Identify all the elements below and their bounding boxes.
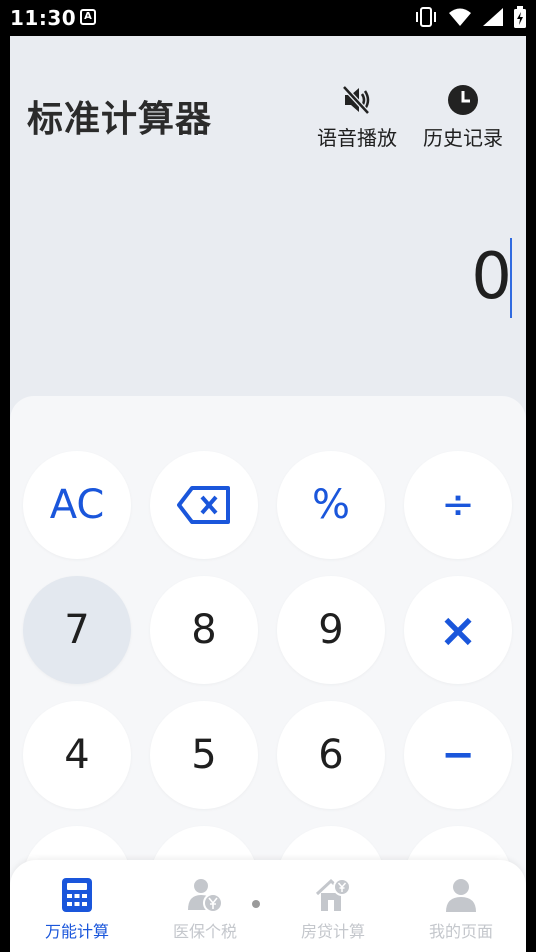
house-yuan-icon: [278, 878, 388, 912]
history-button[interactable]: 历史记录: [413, 84, 513, 151]
voice-toggle-button[interactable]: 语音播放: [307, 84, 407, 151]
history-label: 历史记录: [423, 126, 503, 150]
speaker-muted-icon: [307, 84, 407, 116]
battery-icon: [514, 6, 526, 28]
percent-button[interactable]: %: [277, 451, 385, 559]
clock-icon: [413, 84, 513, 116]
status-time: 11:30: [10, 6, 77, 30]
text-cursor: [510, 238, 512, 318]
tab-label: 我的页面: [428, 922, 493, 941]
tab-my-page[interactable]: 我的页面: [406, 878, 516, 942]
person-icon: [406, 878, 516, 912]
tab-label: 医保个税: [172, 922, 237, 941]
key-6-button[interactable]: 6: [277, 701, 385, 809]
key-9-button[interactable]: 9: [277, 576, 385, 684]
key-7-button[interactable]: 7: [23, 576, 131, 684]
result-display: 0: [471, 240, 512, 314]
multiply-button[interactable]: ×: [404, 576, 512, 684]
minus-button[interactable]: −: [404, 701, 512, 809]
backspace-icon: [177, 486, 230, 524]
key-8-button[interactable]: 8: [150, 576, 258, 684]
backspace-button[interactable]: [150, 451, 258, 559]
tab-label: 房贷计算: [300, 922, 365, 941]
key-5-button[interactable]: 5: [150, 701, 258, 809]
page-title: 标准计算器: [27, 99, 213, 140]
tab-mortgage-calc[interactable]: 房贷计算: [278, 878, 388, 942]
clear-button[interactable]: AC: [23, 451, 131, 559]
key-4-button[interactable]: 4: [23, 701, 131, 809]
tab-universal-calc[interactable]: 万能计算: [22, 878, 132, 942]
status-icons: [414, 6, 526, 28]
voice-label: 语音播放: [317, 126, 397, 150]
status-bar: 11:30 A: [0, 0, 536, 36]
bottom-tab-bar: 万能计算 医保个税 房贷计算 我的页面: [10, 860, 526, 952]
divide-button[interactable]: ÷: [404, 451, 512, 559]
signal-icon: [483, 8, 503, 26]
tab-label: 万能计算: [44, 922, 109, 941]
indicator-dot: [252, 900, 260, 908]
calculator-app: 标准计算器 语音播放 历史记录 0 AC % ÷ 7 8 9 × 4 5 6 −…: [10, 36, 526, 952]
tab-insurance-tax[interactable]: 医保个税: [150, 878, 260, 942]
person-yuan-icon: [150, 878, 260, 912]
vibrate-icon: [416, 7, 436, 27]
notification-a-icon: A: [80, 9, 96, 25]
calculator-icon: [22, 878, 132, 912]
wifi-icon: [449, 8, 471, 26]
